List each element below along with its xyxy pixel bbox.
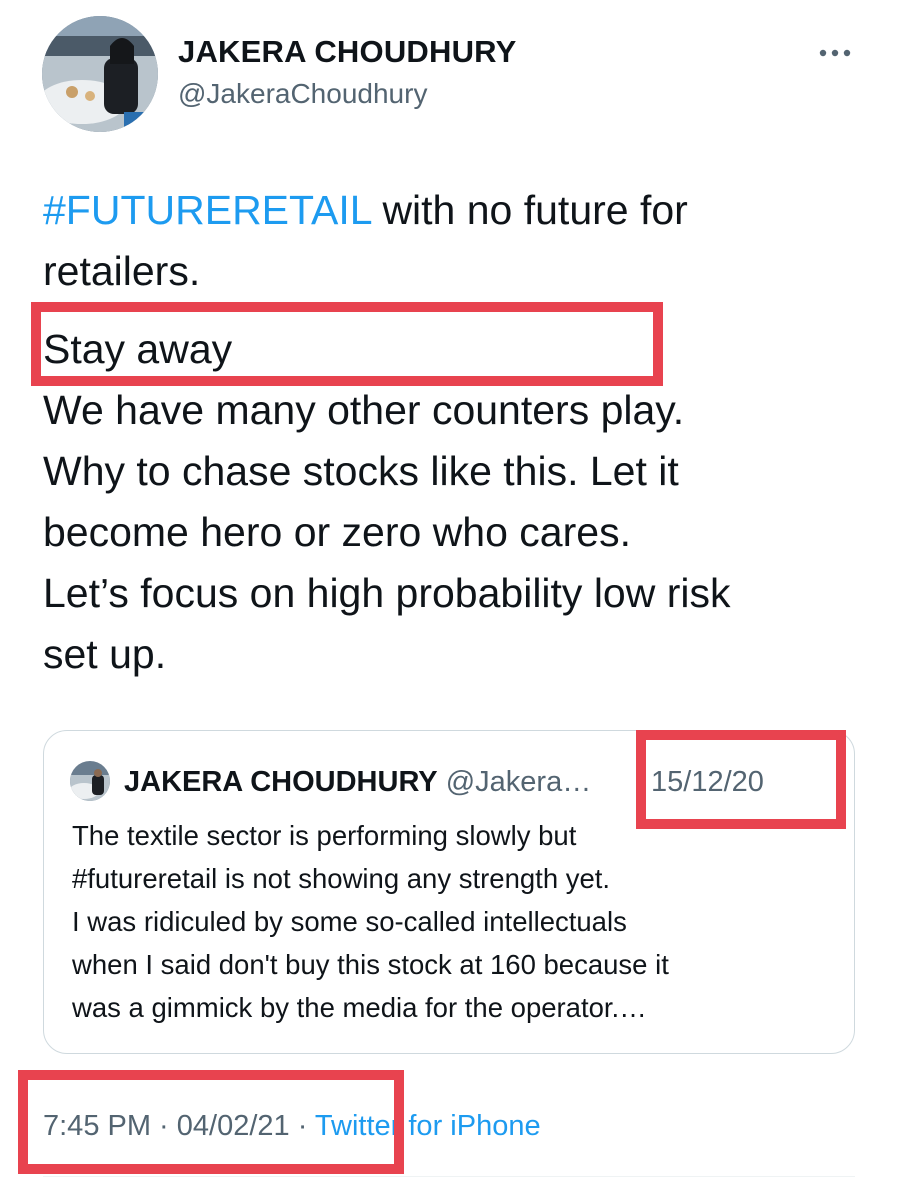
- hashtag-link[interactable]: #FUTURERETAIL: [43, 187, 371, 233]
- tweet-text: #FUTURERETAIL with no future for retaile…: [43, 180, 863, 685]
- tweet-line: Let’s focus on high probability low risk: [43, 570, 731, 616]
- tweet-date[interactable]: 04/02/21: [177, 1110, 290, 1142]
- tweet-line: #FUTURERETAIL with no future for: [43, 180, 863, 241]
- meta-separator: ·: [289, 1110, 315, 1142]
- avatar-photo: [42, 16, 158, 132]
- author-handle[interactable]: @JakeraChoudhury: [178, 78, 427, 110]
- quoted-text-line: I was ridiculed by some so-called intell…: [72, 906, 627, 937]
- quoted-date: 15/12/20: [651, 766, 764, 798]
- quoted-author-handle: @Jakera…: [445, 766, 592, 798]
- more-horizontal-icon[interactable]: [818, 48, 852, 58]
- quoted-header: JAKERA CHOUDHURY @Jakera…: [124, 764, 591, 800]
- quoted-text: The textile sector is performing slowly …: [72, 814, 842, 1029]
- tweet-line: retailers.: [43, 248, 201, 294]
- author-name[interactable]: JAKERA CHOUDHURY: [178, 34, 516, 70]
- quoted-avatar: [70, 761, 110, 801]
- tweet-line: Why to chase stocks like this. Let it: [43, 448, 679, 494]
- tweet-line: Stay away: [43, 326, 233, 372]
- quoted-text-line: #futureretail is not showing any strengt…: [72, 863, 611, 894]
- tweet-detail: JAKERA CHOUDHURY @JakeraChoudhury #FUTUR…: [0, 0, 897, 1200]
- quoted-text-line: when I said don't buy this stock at 160 …: [72, 949, 669, 980]
- tweet-line: become hero or zero who cares.: [43, 509, 631, 555]
- quoted-text-line: was a gimmick by the media for the opera…: [72, 992, 647, 1023]
- quoted-author-name: JAKERA CHOUDHURY: [124, 766, 438, 798]
- quoted-tweet-card[interactable]: JAKERA CHOUDHURY @Jakera… 15/12/20 The t…: [43, 730, 855, 1054]
- meta-separator: ·: [151, 1110, 177, 1142]
- quoted-avatar-photo: [70, 761, 110, 801]
- divider: [43, 1176, 855, 1177]
- tweet-source-link[interactable]: Twitter for iPhone: [315, 1110, 541, 1142]
- tweet-metadata: 7:45 PM · 04/02/21 · Twitter for iPhone: [43, 1108, 541, 1144]
- tweet-line: We have many other counters play.: [43, 387, 685, 433]
- quoted-text-line: The textile sector is performing slowly …: [72, 820, 577, 851]
- tweet-line: set up.: [43, 631, 167, 677]
- avatar[interactable]: [42, 16, 158, 132]
- tweet-text-segment: with no future for: [371, 187, 688, 233]
- tweet-time[interactable]: 7:45 PM: [43, 1110, 151, 1142]
